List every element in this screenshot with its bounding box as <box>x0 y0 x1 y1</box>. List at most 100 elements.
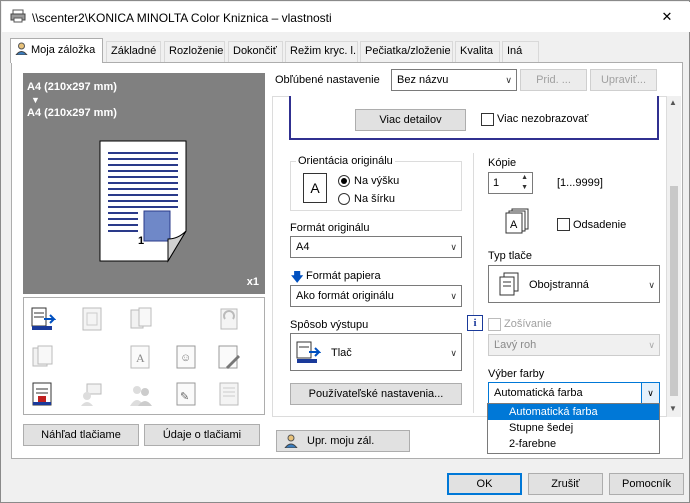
orientation-label: Orientácia originálu <box>296 155 395 167</box>
color-option-two-color[interactable]: 2-farebne <box>488 436 659 452</box>
booklet-icon <box>128 305 154 333</box>
favorite-select[interactable]: Bez názvu ∨ <box>391 69 517 91</box>
users-icon <box>128 380 154 408</box>
ok-button[interactable]: OK <box>447 473 522 495</box>
output-label: Spôsob výstupu <box>290 319 369 331</box>
down-arrow-icon: ▼ <box>31 95 40 105</box>
svg-text:A: A <box>136 351 145 365</box>
user-icon <box>14 41 29 56</box>
svg-text:☺: ☺ <box>180 352 191 364</box>
offset-label: Odsadenie <box>573 219 627 231</box>
more-details-button[interactable]: Viac detailov <box>355 109 466 131</box>
tab-other[interactable]: Iná <box>502 41 539 62</box>
staple-label: Zošívanie <box>504 318 552 330</box>
dont-show-label: Viac nezobrazovať <box>497 113 589 125</box>
user-settings-button[interactable]: Používateľské nastavenia... <box>290 383 462 405</box>
color-select[interactable]: Automatická farba ∨ <box>488 382 660 404</box>
output-select[interactable]: Tlač ∨ <box>290 333 462 371</box>
tab-basic[interactable]: Základné <box>106 41 161 62</box>
portrait-radio[interactable] <box>338 175 350 187</box>
chevron-down-icon: ∨ <box>450 242 457 252</box>
watermark-icon: ☺ <box>174 343 200 371</box>
function-icon-grid: A ☺ ✎ <box>23 297 265 415</box>
print-type-label: Typ tlače <box>488 250 533 262</box>
user-icon <box>283 434 299 449</box>
portrait-page-icon: A <box>303 173 327 203</box>
tab-stamp[interactable]: Pečiatka/zloženie <box>360 41 453 62</box>
scroll-thumb[interactable] <box>670 186 678 396</box>
chevron-down-icon: ∨ <box>450 348 457 358</box>
page-number: 1 <box>138 235 145 247</box>
paper-size-select[interactable]: Ako formát originálu ∨ <box>290 285 462 307</box>
staple-checkbox[interactable] <box>488 318 501 331</box>
svg-text:A: A <box>510 219 518 231</box>
printer-icon <box>10 9 26 23</box>
copies-stepper[interactable]: 1 ▲ ▼ <box>488 172 533 194</box>
column-divider <box>473 153 474 413</box>
edit-favorite-button[interactable]: Upraviť... <box>590 69 657 91</box>
preview-print-button[interactable]: Náhľad tlačiame <box>23 424 139 446</box>
edit-my-tab-button[interactable]: Upr. moju zál. <box>276 430 410 452</box>
tab-finish[interactable]: Dokončiť <box>228 41 283 62</box>
paper-size-label: Formát papiera <box>306 270 381 282</box>
print-info-button[interactable]: Údaje o tlačiami <box>144 424 260 446</box>
settings-doc-icon: ✎ <box>174 380 200 408</box>
close-button[interactable]: ✕ <box>644 2 690 32</box>
properties-window: \\scenter2\KONICA MINOLTA Color Kniznica… <box>0 0 690 503</box>
font-icon: A <box>128 343 154 371</box>
details-box <box>289 96 659 140</box>
cancel-button[interactable]: Zrušiť <box>528 473 603 495</box>
copies-range: [1...9999] <box>557 177 603 189</box>
scroll-down-icon[interactable]: ▼ <box>669 404 677 413</box>
rotate-icon <box>216 305 242 333</box>
output-print-icon[interactable] <box>30 305 57 333</box>
staple-position-select[interactable]: Ľavý roh ∨ <box>488 334 660 356</box>
paper-size-text: A4 (210x297 mm) <box>27 107 117 119</box>
tab-layout[interactable]: Rozloženie <box>164 41 225 62</box>
document-color-icon[interactable] <box>30 380 56 408</box>
help-button[interactable]: Pomocník <box>609 473 684 495</box>
preview-pane: A4 (210x297 mm) ▼ A4 (210x297 mm) 1 x1 <box>23 73 265 294</box>
offset-checkbox[interactable] <box>557 218 570 231</box>
poster-icon <box>79 305 105 333</box>
dont-show-checkbox[interactable] <box>481 113 494 126</box>
chevron-down-icon: ∨ <box>648 280 655 290</box>
overlay-icon <box>216 343 242 371</box>
info-icon[interactable]: i <box>467 315 483 331</box>
color-option-grayscale[interactable]: Stupne šedej <box>488 420 659 436</box>
copies-badge: x1 <box>246 276 259 288</box>
svg-text:✎: ✎ <box>180 391 189 403</box>
color-dropdown-list[interactable]: Automatická farba Stupne šedej 2-farebne <box>487 403 660 454</box>
landscape-radio[interactable] <box>338 193 350 205</box>
close-icon: ✕ <box>661 9 673 24</box>
favorite-label: Obľúbené nastavenie <box>275 74 380 86</box>
add-favorite-button[interactable]: Prid. ... <box>520 69 587 91</box>
landscape-label: Na šírku <box>354 193 395 205</box>
original-size-select[interactable]: A4 ∨ <box>290 236 462 258</box>
chevron-down-icon[interactable]: ∨ <box>641 383 659 403</box>
chevron-down-icon: ∨ <box>648 340 655 350</box>
duplex-icon <box>497 271 521 297</box>
chevron-down-icon: ∨ <box>505 75 512 85</box>
color-label: Výber farby <box>488 368 545 380</box>
print-type-select[interactable]: Obojstranná ∨ <box>488 265 660 303</box>
title-bar: \\scenter2\KONICA MINOLTA Color Kniznica… <box>2 2 690 32</box>
tab-cover-mode[interactable]: Režim kryc. l. <box>285 41 358 62</box>
original-size-text: A4 (210x297 mm) <box>27 81 117 93</box>
stack-icon <box>216 380 242 408</box>
copies-label: Kópie <box>488 157 517 169</box>
chevron-down-icon: ∨ <box>450 291 457 301</box>
vertical-scrollbar[interactable]: ▲ ▼ <box>667 96 681 417</box>
color-option-auto[interactable]: Automatická farba <box>488 404 659 420</box>
original-size-label: Formát originálu <box>290 222 370 234</box>
portrait-label: Na výšku <box>354 175 400 187</box>
scroll-up-icon[interactable]: ▲ <box>669 98 677 107</box>
spinner-icon[interactable]: ▲ ▼ <box>521 173 528 193</box>
combine-icon <box>30 343 56 371</box>
print-output-icon <box>295 339 322 365</box>
page-preview: 1 <box>98 139 190 265</box>
account-icon <box>79 380 105 408</box>
window-title: \\scenter2\KONICA MINOLTA Color Kniznica… <box>32 11 332 25</box>
tab-quality[interactable]: Kvalita <box>455 41 500 62</box>
tab-my-tab[interactable]: Moja záložka <box>10 38 103 63</box>
